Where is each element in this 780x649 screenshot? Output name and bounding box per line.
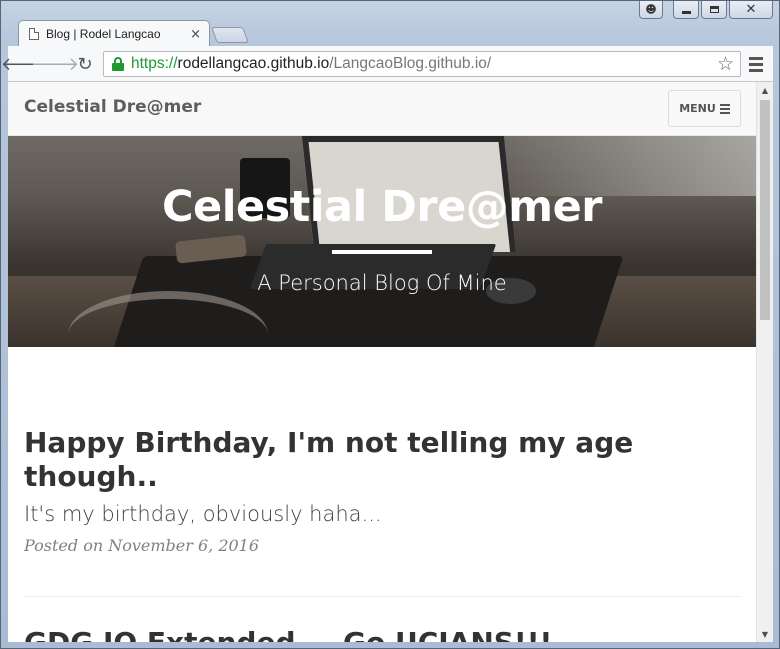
- scroll-down-arrow-icon[interactable]: ▼: [757, 626, 773, 642]
- new-tab-button[interactable]: [211, 27, 249, 43]
- browser-menu-button[interactable]: [749, 55, 763, 73]
- lock-icon: [112, 57, 124, 71]
- star-icon[interactable]: ☆: [717, 53, 734, 76]
- hero-subtitle: A Personal Blog Of Mine: [257, 271, 507, 295]
- menu-toggle-button[interactable]: MENU: [668, 90, 741, 127]
- site-navbar: Celestial Dre@mer MENU: [8, 82, 756, 136]
- post-divider: [24, 596, 741, 597]
- hero-header: Celestial Dre@mer A Personal Blog Of Min…: [8, 136, 756, 347]
- minimize-icon: [681, 10, 691, 14]
- tab-title: Blog | Rodel Langcao: [46, 27, 161, 41]
- post-title[interactable]: GDG IO Extended — Go UCIANS!!!: [24, 626, 741, 642]
- url-host: rodellangcao.github.io: [177, 55, 330, 72]
- page-icon: [29, 28, 39, 40]
- url-path: /LangcaoBlog.github.io/: [329, 55, 492, 72]
- person-icon: ☻: [645, 3, 657, 16]
- hero-title: Celestial Dre@mer: [162, 182, 602, 232]
- post-preview[interactable]: GDG IO Extended — Go UCIANS!!!: [24, 626, 741, 642]
- url-scheme: https://: [131, 55, 178, 72]
- post-subtitle[interactable]: It's my birthday, obviously haha...: [24, 502, 741, 526]
- maximize-icon: [709, 6, 719, 13]
- arrow-right-icon: 🡒: [30, 53, 80, 75]
- menu-label: MENU: [679, 102, 716, 115]
- window-controls: ☻ ✕: [639, 1, 773, 19]
- address-bar[interactable]: https:// rodellangcao.github.io /Langcao…: [103, 51, 741, 77]
- maximize-button[interactable]: [701, 1, 727, 19]
- bars-icon: [719, 103, 730, 114]
- browser-window: ☻ ✕ Blog | Rodel Langcao × 🡐 🡒 ↻ https:/…: [0, 0, 780, 649]
- reload-button[interactable]: ↻: [73, 52, 97, 76]
- reload-icon: ↻: [77, 53, 93, 75]
- close-icon: ✕: [745, 2, 757, 17]
- hero-divider: [332, 250, 432, 254]
- site-brand-link[interactable]: Celestial Dre@mer: [24, 97, 201, 117]
- profile-button[interactable]: ☻: [639, 1, 663, 19]
- post-title[interactable]: Happy Birthday, I'm not telling my age t…: [24, 426, 741, 494]
- tab-close-button[interactable]: ×: [190, 27, 201, 42]
- forward-button[interactable]: 🡒: [31, 52, 79, 76]
- scroll-thumb[interactable]: [760, 100, 770, 320]
- minimize-button[interactable]: [673, 1, 699, 19]
- post-preview[interactable]: Happy Birthday, I'm not telling my age t…: [24, 426, 741, 555]
- page-viewport: Celestial Dre@mer MENU Celestial Dre@mer…: [8, 82, 773, 642]
- close-window-button[interactable]: ✕: [729, 1, 773, 19]
- post-meta: Posted on November 6, 2016: [24, 536, 260, 555]
- vertical-scrollbar[interactable]: ▲ ▼: [756, 82, 773, 642]
- browser-toolbar: 🡐 🡒 ↻ https:// rodellangcao.github.io /L…: [1, 46, 773, 82]
- scroll-up-arrow-icon[interactable]: ▲: [757, 82, 773, 98]
- browser-tab[interactable]: Blog | Rodel Langcao ×: [18, 20, 210, 47]
